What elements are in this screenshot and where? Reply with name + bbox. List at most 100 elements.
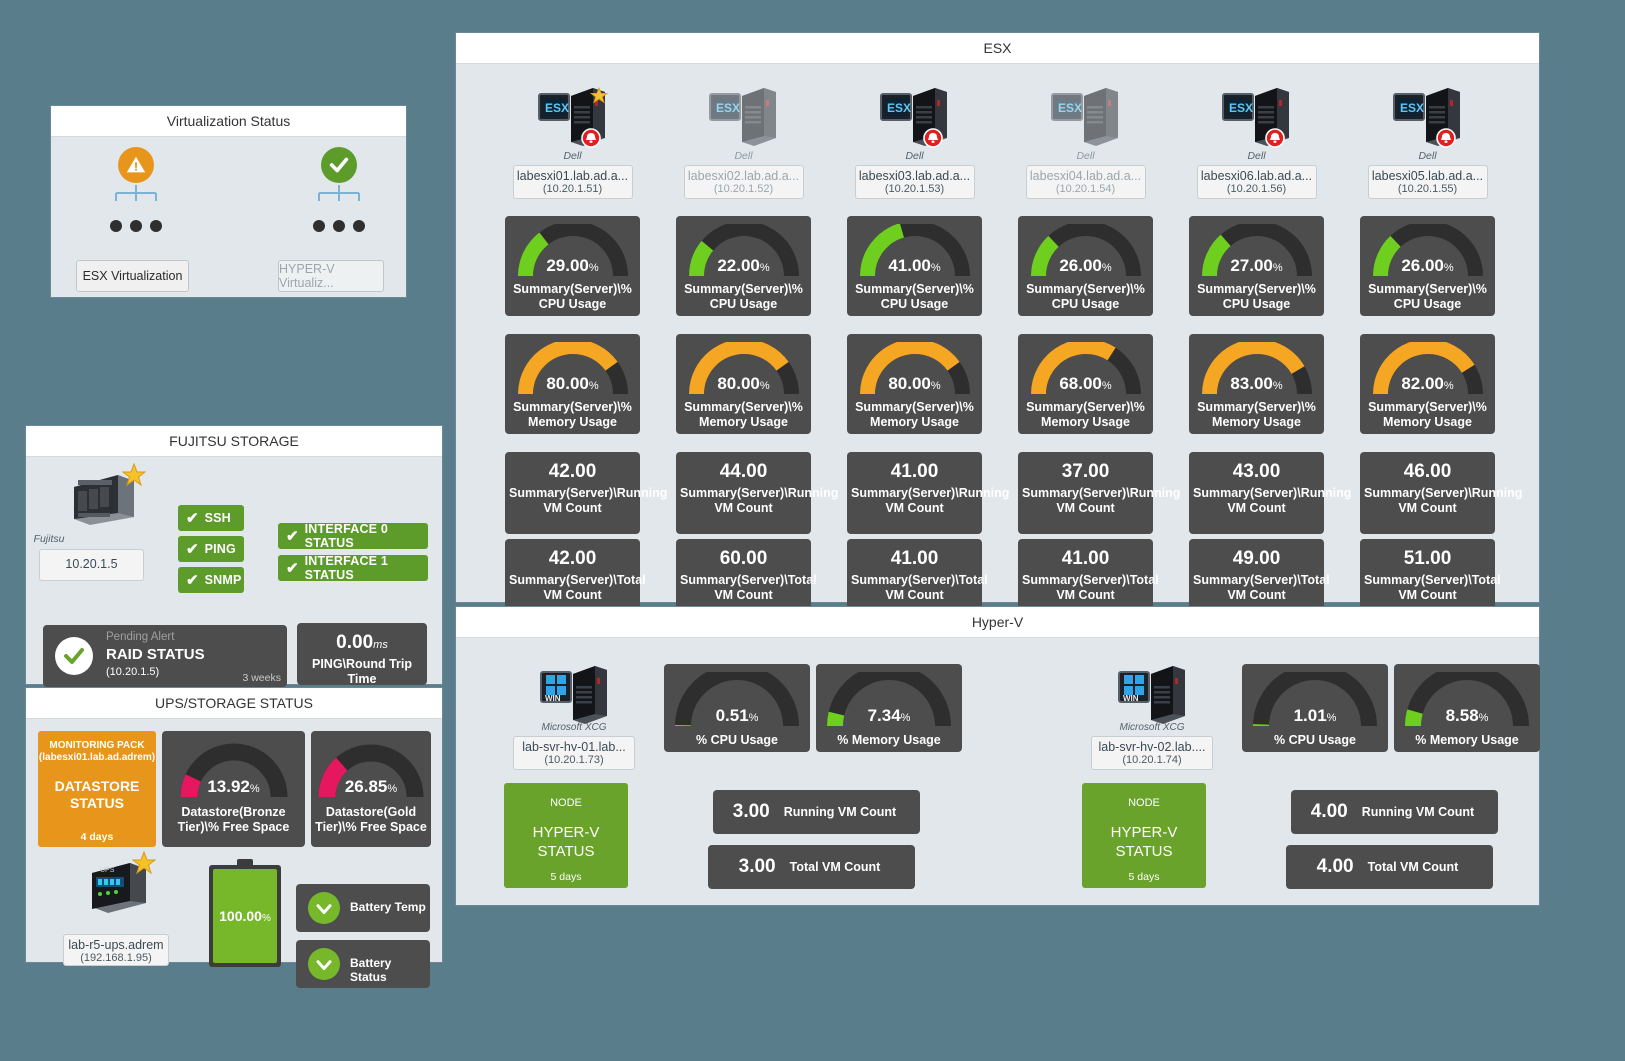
esx-running-vm-tile[interactable]: 44.00 Summary(Server)\Running VM Count bbox=[676, 452, 839, 534]
hyperv-node-status-tile[interactable]: NODE HYPER-V STATUS 5 days bbox=[1082, 783, 1206, 888]
datastore-gold-label: Datastore(Gold Tier)\% Free Space bbox=[315, 805, 427, 834]
status-pill-snmp[interactable]: ✔ SNMP bbox=[178, 567, 244, 593]
tree-connector bbox=[318, 185, 360, 201]
raid-status-tile[interactable]: Pending Alert RAID STATUS (10.20.1.5) 3 … bbox=[43, 625, 287, 687]
raid-ip: (10.20.1.5) bbox=[106, 666, 160, 678]
svg-text:WIN: WIN bbox=[1123, 694, 1139, 703]
esx-mem-tile[interactable]: 80.00% Summary(Server)\% Memory Usage bbox=[847, 334, 982, 434]
ups-device-box[interactable]: lab-r5-ups.adrem (192.168.1.95) bbox=[63, 934, 169, 966]
esx-server-icon: ESX bbox=[537, 86, 609, 153]
raid-pending-alert: Pending Alert bbox=[106, 631, 175, 643]
esx-running-vm-tile[interactable]: 42.00 Summary(Server)\Running VM Count bbox=[505, 452, 667, 534]
esx-mem-tile[interactable]: 68.00% Summary(Server)\% Memory Usage bbox=[1018, 334, 1153, 434]
esx-running-vm-label: Summary(Server)\Running VM Count bbox=[680, 486, 839, 515]
esx-mem-gauge: 68.00% bbox=[1030, 342, 1141, 396]
hyperv-total-vm-tile[interactable]: 4.00 Total VM Count bbox=[1286, 845, 1493, 889]
esx-cpu-tile[interactable]: 27.00% Summary(Server)\% CPU Usage bbox=[1189, 216, 1324, 316]
battery-temp-tile[interactable]: Battery Temp bbox=[296, 884, 430, 932]
esx-total-vm-tile[interactable]: 41.00 Summary(Server)\Total VM Count bbox=[1018, 539, 1159, 614]
esx-server-icon: ESX bbox=[708, 86, 780, 153]
esx-host-box[interactable]: labesxi02.lab.ad.a... (10.20.1.52) bbox=[683, 165, 804, 199]
esx-running-vm-tile[interactable]: 41.00 Summary(Server)\Running VM Count bbox=[847, 452, 1010, 534]
esx-cpu-tile[interactable]: 22.00% Summary(Server)\% CPU Usage bbox=[676, 216, 811, 316]
esx-cpu-gauge: 26.00% bbox=[1372, 224, 1483, 278]
esx-total-vm-tile[interactable]: 60.00 Summary(Server)\Total VM Count bbox=[676, 539, 817, 614]
hyperv-total-vm-tile[interactable]: 3.00 Total VM Count bbox=[708, 845, 915, 889]
hyperv-running-vm-value: 3.00 bbox=[732, 801, 770, 822]
ping-rtt-tile[interactable]: 0.00ms PING\Round Trip Time bbox=[297, 623, 427, 686]
battery-status-ok-icon bbox=[308, 948, 340, 980]
status-pill-interface0[interactable]: ✔ INTERFACE 0 STATUS bbox=[278, 522, 428, 550]
hyperv-virtualization-button[interactable]: HYPER-V Virtualiz... bbox=[278, 260, 384, 292]
esx-host-box[interactable]: labesxi01.lab.ad.a... (10.20.1.51) bbox=[512, 165, 633, 199]
esx-running-vm-tile[interactable]: 37.00 Summary(Server)\Running VM Count bbox=[1018, 452, 1180, 534]
hyperv-cpu-tile[interactable]: 0.51% % CPU Usage bbox=[664, 664, 810, 752]
hyperv-node-box[interactable]: lab-svr-hv-02.lab.... (10.20.1.74) bbox=[1091, 736, 1213, 770]
esx-host-box[interactable]: labesxi03.lab.ad.a... (10.20.1.53) bbox=[854, 165, 975, 199]
svg-text:UPS: UPS bbox=[100, 867, 115, 874]
node-dot bbox=[333, 220, 345, 232]
esx-total-vm-tile[interactable]: 42.00 Summary(Server)\Total VM Count bbox=[505, 539, 646, 614]
battery-indicator[interactable]: 100.00% bbox=[209, 859, 281, 967]
hyperv-cpu-label: % CPU Usage bbox=[696, 733, 778, 747]
esx-mem-number: 80.00 bbox=[717, 374, 760, 393]
hyperv-cpu-label: % CPU Usage bbox=[1274, 733, 1356, 747]
hyperv-cpu-tile[interactable]: 1.01% % CPU Usage bbox=[1242, 664, 1388, 752]
esx-host-ip: (10.20.1.51) bbox=[542, 183, 603, 195]
esx-cpu-tile[interactable]: 26.00% Summary(Server)\% CPU Usage bbox=[1018, 216, 1153, 316]
ups-body: MONITORING PACK (labesxi01.lab.ad.adrem)… bbox=[26, 719, 442, 988]
esx-running-vm-value: 44.00 bbox=[719, 461, 768, 482]
esx-cpu-tile[interactable]: 26.00% Summary(Server)\% CPU Usage bbox=[1360, 216, 1495, 316]
hyperv-mem-tile[interactable]: 7.34% % Memory Usage bbox=[816, 664, 962, 752]
esx-host-box[interactable]: labesxi05.lab.ad.a... (10.20.1.55) bbox=[1367, 165, 1488, 199]
esx-mem-value: 80.00% bbox=[518, 374, 628, 394]
virtualization-status-body: ESX Virtualization HYPER-V Virtualiz... bbox=[51, 137, 406, 299]
esx-mem-label: Summary(Server)\% Memory Usage bbox=[1026, 400, 1145, 429]
hyperv-panel: Hyper-V WIN Microsoft XCG lab-svr-hv-01.… bbox=[455, 606, 1540, 906]
esx-mem-tile[interactable]: 82.00% Summary(Server)\% Memory Usage bbox=[1360, 334, 1495, 434]
hyperv-mem-value: 8.58% bbox=[1405, 706, 1529, 726]
esx-host-ip: (10.20.1.55) bbox=[1397, 183, 1458, 195]
ups-storage-panel: UPS/STORAGE STATUS MONITORING PACK (labe… bbox=[25, 687, 443, 988]
ups-device-icon: UPS bbox=[86, 851, 156, 920]
esx-running-vm-tile[interactable]: 46.00 Summary(Server)\Running VM Count bbox=[1360, 452, 1522, 534]
esx-total-vm-tile[interactable]: 51.00 Summary(Server)\Total VM Count bbox=[1360, 539, 1501, 614]
esx-total-vm-tile[interactable]: 49.00 Summary(Server)\Total VM Count bbox=[1189, 539, 1330, 614]
hyperv-node-status-tile[interactable]: NODE HYPER-V STATUS 5 days bbox=[504, 783, 628, 888]
status-pill-interface1[interactable]: ✔ INTERFACE 1 STATUS bbox=[278, 554, 428, 582]
esx-mem-label: Summary(Server)\% Memory Usage bbox=[684, 400, 803, 429]
esx-host-ip: (10.20.1.53) bbox=[884, 183, 945, 195]
esx-mem-tile[interactable]: 80.00% Summary(Server)\% Memory Usage bbox=[505, 334, 640, 434]
datastore-gold-tile[interactable]: 26.85% Datastore(Gold Tier)\% Free Space bbox=[311, 731, 431, 847]
status-pill-ssh[interactable]: ✔ SSH bbox=[178, 505, 244, 531]
hyperv-mem-label: % Memory Usage bbox=[837, 733, 941, 747]
esx-mem-unit: % bbox=[759, 380, 770, 392]
hyperv-mem-number: 8.58 bbox=[1445, 706, 1479, 725]
fujitsu-device-box[interactable]: 10.20.1.5 bbox=[39, 549, 144, 581]
esx-host-box[interactable]: labesxi04.lab.ad.a... (10.20.1.54) bbox=[1025, 165, 1146, 199]
esx-virtualization-button[interactable]: ESX Virtualization bbox=[76, 260, 189, 292]
battery-status-tile[interactable]: Battery Status bbox=[296, 940, 430, 988]
hyperv-running-vm-tile[interactable]: 3.00 Running VM Count bbox=[713, 790, 920, 834]
esx-cpu-value: 27.00% bbox=[1202, 256, 1312, 276]
esx-total-vm-tile[interactable]: 41.00 Summary(Server)\Total VM Count bbox=[847, 539, 988, 614]
esx-cpu-gauge: 26.00% bbox=[1030, 224, 1141, 278]
check-circle-icon bbox=[321, 147, 357, 183]
datastore-status-tile[interactable]: MONITORING PACK (labesxi01.lab.ad.adrem)… bbox=[38, 731, 156, 847]
esx-cpu-tile[interactable]: 41.00% Summary(Server)\% CPU Usage bbox=[847, 216, 982, 316]
esx-running-vm-label: Summary(Server)\Running VM Count bbox=[851, 486, 1010, 515]
status-pill-ping[interactable]: ✔ PING bbox=[178, 536, 244, 562]
hyperv-mem-tile[interactable]: 8.58% % Memory Usage bbox=[1394, 664, 1540, 752]
esx-mem-tile[interactable]: 80.00% Summary(Server)\% Memory Usage bbox=[676, 334, 811, 434]
hyperv-node-box[interactable]: lab-svr-hv-01.lab... (10.20.1.73) bbox=[513, 736, 635, 770]
node-dot bbox=[110, 220, 122, 232]
esx-mem-tile[interactable]: 83.00% Summary(Server)\% Memory Usage bbox=[1189, 334, 1324, 434]
battery-status-label: Battery Status bbox=[350, 956, 392, 984]
esx-running-vm-tile[interactable]: 43.00 Summary(Server)\Running VM Count bbox=[1189, 452, 1351, 534]
hyperv-running-vm-tile[interactable]: 4.00 Running VM Count bbox=[1291, 790, 1498, 834]
datastore-bronze-tile[interactable]: 13.92% Datastore(Bronze Tier)\% Free Spa… bbox=[162, 731, 305, 847]
esx-host-box[interactable]: labesxi06.lab.ad.a... (10.20.1.56) bbox=[1196, 165, 1317, 199]
esx-host-name: labesxi05.lab.ad.a... bbox=[1371, 169, 1484, 183]
esx-cpu-tile[interactable]: 29.00% Summary(Server)\% CPU Usage bbox=[505, 216, 640, 316]
esx-host-name: labesxi04.lab.ad.a... bbox=[1029, 169, 1142, 183]
